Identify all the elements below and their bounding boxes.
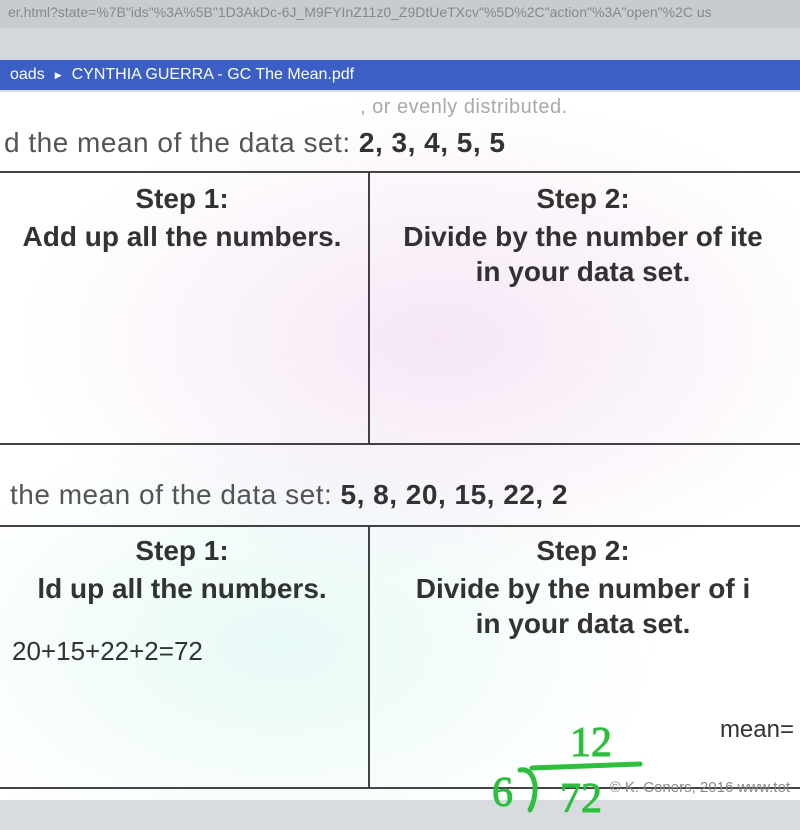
problem1-steps-table: Step 1: Add up all the numbers. Step 2: … <box>0 171 800 445</box>
pdf-title: CYNTHIA GUERRA - GC The Mean.pdf <box>72 66 354 84</box>
problem1-prompt: d the mean of the data set: 2, 3, 4, 5, … <box>0 121 800 171</box>
tab-left-label: oads <box>10 66 45 84</box>
problem2-step2-cell: Step 2: Divide by the number of i in you… <box>370 527 800 787</box>
problem1-step1-cell: Step 1: Add up all the numbers. <box>0 173 370 443</box>
problem1-step2-desc: Divide by the number of ite in your data… <box>380 219 786 289</box>
problem2-dataset: 5, 8, 20, 15, 22, 2 <box>341 479 568 510</box>
copyright-footer: © K. Coners, 2016 www.tot <box>610 779 790 796</box>
problem2-step1-title: Step 1: <box>10 535 354 567</box>
problem1-step2-title: Step 2: <box>380 183 786 215</box>
problem2-steps-table: Step 1: ld up all the numbers. 20+15+22+… <box>0 525 800 789</box>
problem1-prefix: d the mean of the data set: <box>4 127 359 158</box>
problem2-prompt: the mean of the data set: 5, 8, 20, 15, … <box>0 465 800 525</box>
problem1-dataset: 2, 3, 4, 5, 5 <box>359 127 506 158</box>
faded-header-text: , or evenly distributed. <box>0 92 800 121</box>
problem2-step2-title: Step 2: <box>380 535 786 567</box>
problem1-step1-title: Step 1: <box>10 183 354 215</box>
breadcrumb-chevron-icon: ▶ <box>55 70 62 81</box>
window-gap <box>0 28 800 60</box>
problem2-step1-cell: Step 1: ld up all the numbers. 20+15+22+… <box>0 527 370 787</box>
problem1-step1-desc: Add up all the numbers. <box>10 219 354 254</box>
url-fragment: er.html?state=%7B"ids"%3A%5B"1D3AkDc-6J_… <box>0 0 800 28</box>
problem2-sum-work: 20+15+22+2=72 <box>10 636 354 667</box>
problem2-step1-desc: ld up all the numbers. <box>10 571 354 606</box>
document-page: , or evenly distributed. d the mean of t… <box>0 92 800 800</box>
problem2-prefix: the mean of the data set: <box>10 479 341 510</box>
pdf-tab-bar[interactable]: oads ▶ CYNTHIA GUERRA - GC The Mean.pdf <box>0 60 800 90</box>
mean-equals-label: mean= <box>720 716 794 744</box>
problem1-step2-cell: Step 2: Divide by the number of ite in y… <box>370 173 800 443</box>
problem2-step2-desc: Divide by the number of i in your data s… <box>380 571 786 641</box>
